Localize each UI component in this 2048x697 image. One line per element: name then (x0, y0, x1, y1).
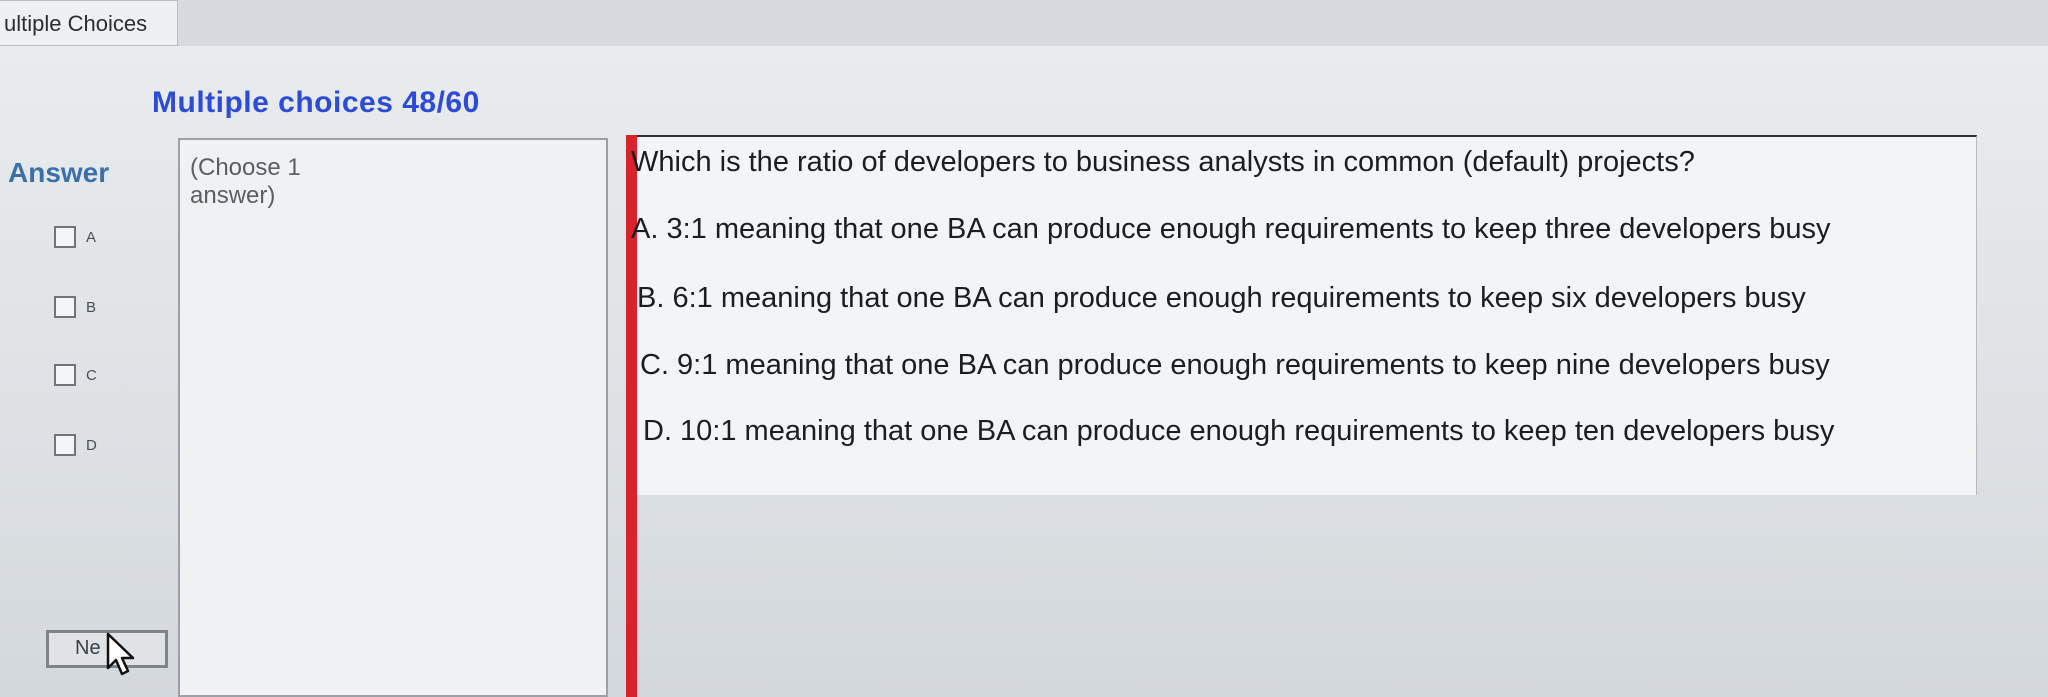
choice-c: C. 9:1 meaning that one BA can produce e… (640, 349, 1830, 381)
checkbox-a[interactable] (54, 226, 76, 248)
question-text: Which is the ratio of developers to busi… (631, 146, 1695, 178)
checkbox-d[interactable] (54, 434, 76, 456)
checkbox-c[interactable] (54, 364, 76, 386)
option-letter-c: C (86, 366, 97, 384)
answer-option-c[interactable]: C (54, 364, 97, 386)
choice-d: D. 10:1 meaning that one BA can produce … (643, 415, 1835, 447)
next-button-label: Ne (75, 637, 101, 659)
answer-option-a[interactable]: A (54, 226, 96, 248)
window-tab[interactable]: ultiple Choices (0, 0, 178, 46)
answer-option-d[interactable]: D (54, 434, 97, 456)
choice-a: A. 3:1 meaning that one BA can produce e… (631, 213, 1831, 245)
option-letter-a: A (86, 228, 97, 246)
window-tab-title: ultiple Choices (4, 11, 148, 36)
instructions-panel: (Choose 1 answer) (178, 138, 608, 697)
choice-b: B. 6:1 meaning that one BA can produce e… (637, 282, 1806, 314)
option-letter-d: D (86, 436, 97, 454)
answer-label: Answer (8, 157, 110, 188)
checkbox-b[interactable] (54, 296, 76, 318)
page-title: Multiple choices 48/60 (152, 86, 480, 119)
option-letter-b: B (86, 298, 97, 316)
mouse-pointer-icon (106, 632, 135, 676)
answer-option-b[interactable]: B (54, 296, 96, 318)
instructions-line-2: answer) (190, 182, 276, 209)
instructions-line-1: (Choose 1 (190, 154, 301, 181)
